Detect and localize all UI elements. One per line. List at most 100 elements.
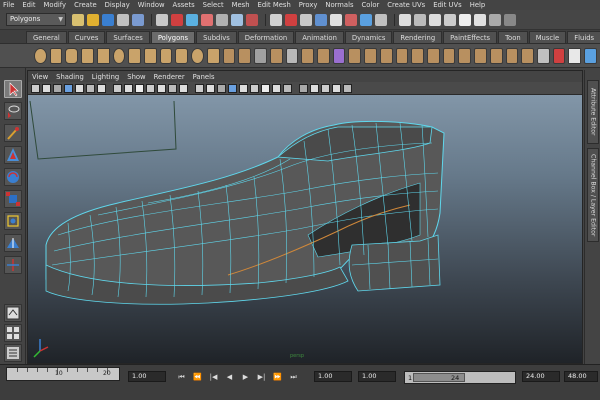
panel-tool-icon[interactable] — [113, 83, 122, 93]
play-forward-icon[interactable]: ▶ — [240, 372, 251, 383]
step-forward-key-icon[interactable]: ⏩ — [272, 372, 283, 383]
menu-color[interactable]: Color — [362, 0, 380, 10]
menu-mesh[interactable]: Mesh — [232, 0, 250, 10]
go-to-start-icon[interactable]: ⏮ — [176, 372, 187, 383]
cube-icon[interactable] — [49, 47, 63, 64]
status-tool-icon[interactable] — [285, 13, 297, 26]
status-tool-icon[interactable] — [459, 13, 471, 26]
status-tool-icon[interactable] — [330, 13, 342, 26]
panel-tool-icon[interactable] — [321, 83, 330, 93]
booleans-icon[interactable] — [301, 47, 314, 64]
tab-surfaces[interactable]: Surfaces — [106, 31, 150, 43]
cone-icon[interactable] — [81, 47, 94, 64]
fill-hole-icon[interactable] — [316, 47, 330, 64]
menu-help[interactable]: Help — [470, 0, 486, 10]
poke-icon[interactable] — [442, 47, 456, 64]
shoe-model[interactable]: persp — [28, 95, 582, 363]
plane-icon[interactable] — [96, 47, 110, 64]
status-tool-icon[interactable] — [444, 13, 456, 26]
menu-normals[interactable]: Normals — [325, 0, 353, 10]
lasso-tool-icon[interactable] — [4, 102, 22, 120]
panel-tool-icon[interactable] — [157, 83, 166, 93]
menu-proxy[interactable]: Proxy — [299, 0, 318, 10]
status-tool-icon[interactable] — [474, 13, 486, 26]
tab-polygons[interactable]: Polygons — [150, 31, 196, 43]
step-back-frame-icon[interactable]: |◀ — [208, 372, 219, 383]
time-slider[interactable]: 10 20 — [6, 367, 120, 381]
play-backward-icon[interactable]: ◀ — [224, 372, 235, 383]
select-tool-icon[interactable] — [4, 80, 22, 98]
panel-menu-lighting[interactable]: Lighting — [92, 73, 119, 81]
status-tool-icon[interactable] — [156, 13, 168, 26]
status-tool-icon[interactable] — [246, 13, 258, 26]
reduce-icon[interactable] — [332, 47, 346, 64]
combine-icon[interactable] — [222, 47, 236, 64]
status-tool-icon[interactable] — [72, 13, 84, 26]
helix-icon[interactable] — [175, 47, 189, 64]
playback-end-field[interactable]: 24.00 — [522, 371, 560, 382]
status-tool-icon[interactable] — [414, 13, 426, 26]
menu-create[interactable]: Create — [74, 0, 97, 10]
scale-tool-icon[interactable] — [4, 190, 22, 208]
panel-menu-shading[interactable]: Shading — [56, 73, 84, 81]
tab-curves[interactable]: Curves — [67, 31, 106, 43]
viewport-3d[interactable]: persp — [28, 95, 582, 363]
status-tool-icon[interactable] — [399, 13, 411, 26]
status-tool-icon[interactable] — [201, 13, 213, 26]
status-tool-icon[interactable] — [270, 13, 282, 26]
panel-tool-icon[interactable] — [168, 83, 177, 93]
uv-editor-icon[interactable] — [584, 47, 597, 64]
step-forward-frame-icon[interactable]: ▶| — [256, 372, 267, 383]
menu-edit-uvs[interactable]: Edit UVs — [433, 0, 462, 10]
soft-mod-tool-icon[interactable] — [4, 234, 22, 252]
menu-modify[interactable]: Modify — [44, 0, 67, 10]
panel-tool-icon[interactable] — [272, 83, 281, 93]
chamfer-icon[interactable] — [505, 47, 519, 64]
split-icon[interactable] — [395, 47, 409, 64]
panel-tool-icon[interactable] — [283, 83, 292, 93]
tab-dynamics[interactable]: Dynamics — [344, 31, 393, 43]
menu-file[interactable]: File — [3, 0, 14, 10]
panel-tool-icon[interactable] — [343, 83, 352, 93]
extrude-icon[interactable] — [348, 47, 362, 64]
platonic-icon[interactable] — [206, 47, 220, 64]
cylinder-icon[interactable] — [65, 47, 79, 64]
panel-tool-icon[interactable] — [86, 83, 95, 93]
status-tool-icon[interactable] — [171, 13, 183, 26]
prism-icon[interactable] — [128, 47, 142, 64]
paint-select-tool-icon[interactable] — [4, 124, 22, 142]
bridge-icon[interactable] — [364, 47, 377, 64]
status-tool-icon[interactable] — [186, 13, 198, 26]
tab-muscle[interactable]: Muscle — [528, 31, 567, 43]
tab-general[interactable]: General — [26, 31, 67, 43]
status-tool-icon[interactable] — [216, 13, 228, 26]
panel-tool-icon[interactable] — [42, 83, 51, 93]
tab-channel-box[interactable]: Channel Box / Layer Editor — [587, 148, 599, 242]
panel-tool-icon[interactable] — [299, 83, 308, 93]
panel-tool-icon[interactable] — [53, 83, 62, 93]
tab-rendering[interactable]: Rendering — [393, 31, 443, 43]
status-tool-icon[interactable] — [315, 13, 327, 26]
status-tool-icon[interactable] — [375, 13, 387, 26]
menu-display[interactable]: Display — [105, 0, 130, 10]
tab-painteffects[interactable]: PaintEffects — [443, 31, 498, 43]
panel-tool-icon[interactable] — [261, 83, 270, 93]
panel-tool-icon[interactable] — [217, 83, 226, 93]
last-tool-icon[interactable] — [4, 256, 22, 274]
status-tool-icon[interactable] — [489, 13, 501, 26]
pipe-icon[interactable] — [159, 47, 173, 64]
slide-edge-icon[interactable] — [489, 47, 503, 64]
panel-tool-icon[interactable] — [124, 83, 133, 93]
go-to-end-icon[interactable]: ⏭ — [288, 372, 299, 383]
panel-menu-panels[interactable]: Panels — [193, 73, 215, 81]
outliner-layout-icon[interactable] — [4, 344, 22, 362]
pyramid-icon[interactable] — [144, 47, 157, 64]
panel-tool-icon[interactable] — [179, 83, 188, 93]
panel-tool-icon[interactable] — [31, 83, 40, 93]
menu-assets[interactable]: Assets — [173, 0, 195, 10]
smooth-icon[interactable] — [269, 47, 283, 64]
status-tool-icon[interactable] — [102, 13, 114, 26]
append-icon[interactable] — [379, 47, 393, 64]
current-time-field[interactable]: 1.00 — [128, 371, 166, 382]
panel-tool-icon[interactable] — [332, 83, 341, 93]
